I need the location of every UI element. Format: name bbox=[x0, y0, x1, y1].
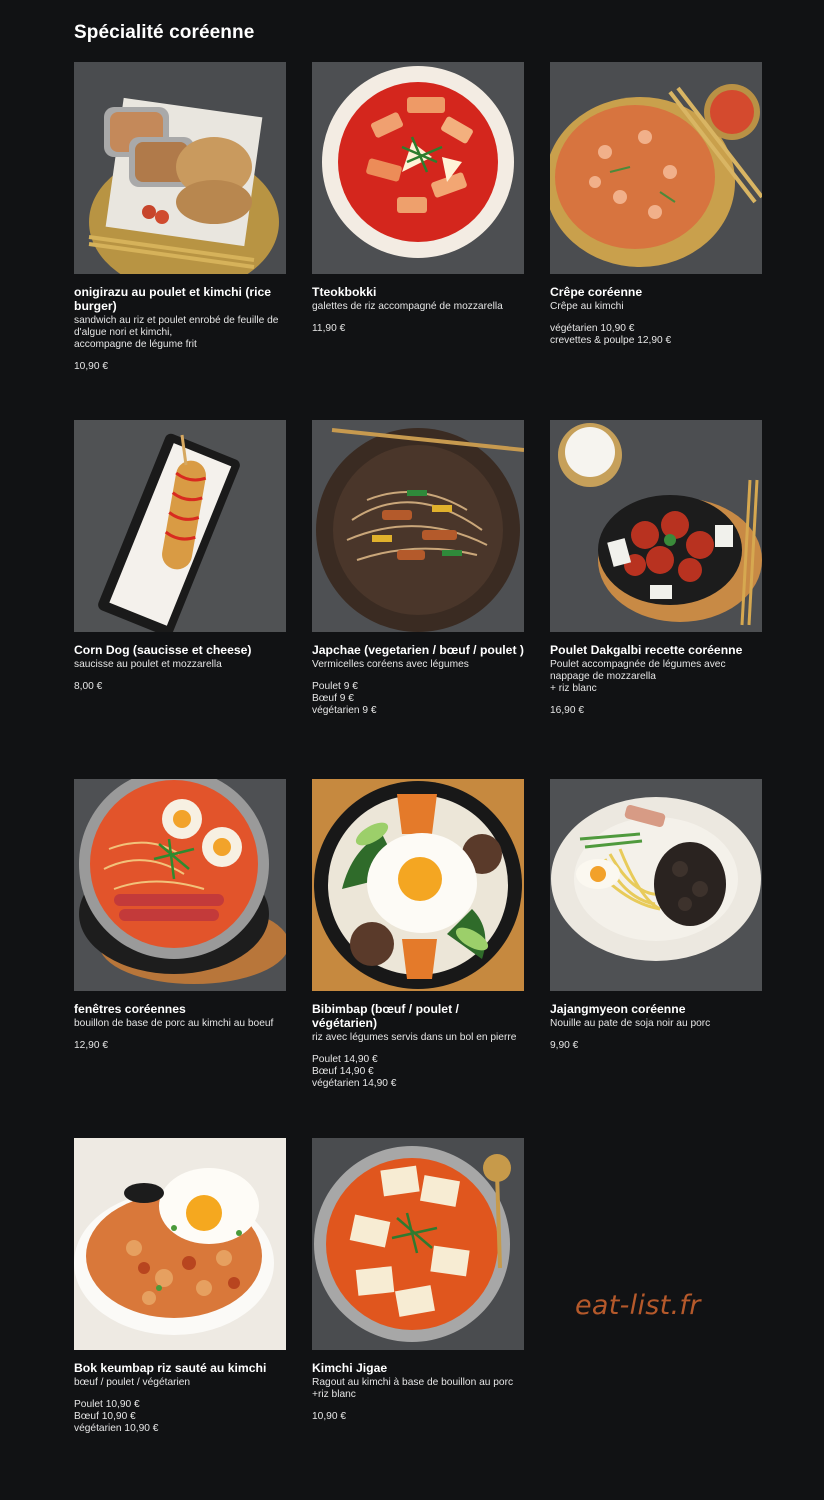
corn-dog-photo[interactable] bbox=[74, 420, 286, 632]
bibimbap-photo[interactable] bbox=[312, 779, 524, 991]
dish-prices: 12,90 € bbox=[74, 1040, 286, 1052]
ramen-photo[interactable] bbox=[74, 779, 286, 991]
kimchi-jigae-photo[interactable] bbox=[312, 1138, 524, 1350]
dish-price: 10,90 € bbox=[312, 1411, 346, 1422]
dish-price: végétarien 9 € bbox=[312, 705, 377, 716]
section-title: Spécialité coréenne bbox=[74, 22, 255, 43]
menu-item[interactable]: Tteokbokki galettes de riz accompagné de… bbox=[312, 62, 524, 420]
menu-item[interactable]: Bibimbap (bœuf / poulet / végétarien) ri… bbox=[312, 779, 524, 1138]
menu-item[interactable]: Kimchi Jigae Ragout au kimchi à base de … bbox=[312, 1138, 524, 1497]
dish-description: galettes de riz accompagné de mozzarella bbox=[312, 301, 503, 312]
dish-name: Jajangmyeon coréenne bbox=[550, 1002, 686, 1016]
menu-item[interactable]: Japchae (vegetarien / bœuf / poulet ) Ve… bbox=[312, 420, 524, 779]
dish-name: Japchae (vegetarien / bœuf / poulet ) bbox=[312, 643, 524, 657]
menu-item[interactable]: Poulet Dakgalbi recette coréenne Poulet … bbox=[550, 420, 762, 779]
dish-price: Poulet 9 € bbox=[312, 681, 358, 692]
dish-prices: 8,00 € bbox=[74, 681, 286, 693]
dish-name: Kimchi Jigae bbox=[312, 1361, 388, 1375]
onigirazu-photo[interactable] bbox=[74, 62, 286, 274]
dish-price: Bœuf 10,90 € bbox=[74, 1411, 136, 1422]
dish-price: végétarien 10,90 € bbox=[550, 323, 635, 334]
dish-price: végétarien 14,90 € bbox=[312, 1078, 397, 1089]
dish-price: 16,90 € bbox=[550, 705, 584, 716]
dish-prices: Poulet 9 € Bœuf 9 € végétarien 9 € bbox=[312, 681, 524, 717]
dish-description: Ragout au kimchi à base de bouillon au p… bbox=[312, 1377, 514, 1400]
dish-price: 8,00 € bbox=[74, 681, 103, 692]
dish-name: Poulet Dakgalbi recette coréenne bbox=[550, 643, 743, 657]
dish-name: Crêpe coréenne bbox=[550, 285, 643, 299]
dish-name: Tteokbokki bbox=[312, 285, 377, 299]
dish-price: 10,90 € bbox=[74, 361, 108, 372]
dish-prices: 10,90 € bbox=[312, 1411, 524, 1423]
dish-name: Corn Dog (saucisse et cheese) bbox=[74, 643, 252, 657]
dish-description: bœuf / poulet / végétarien bbox=[74, 1377, 191, 1388]
dish-prices: Poulet 14,90 € Bœuf 14,90 € végétarien 1… bbox=[312, 1054, 524, 1090]
dish-prices: 11,90 € bbox=[312, 323, 524, 335]
menu-item[interactable]: Jajangmyeon coréenne Nouille au pate de … bbox=[550, 779, 762, 1138]
jajangmyeon-photo[interactable] bbox=[550, 779, 762, 991]
dish-price: Bœuf 14,90 € bbox=[312, 1066, 374, 1077]
dish-name: fenêtres coréennes bbox=[74, 1002, 186, 1016]
menu-item[interactable]: Crêpe coréenne Crêpe au kimchi végétarie… bbox=[550, 62, 762, 420]
dakgalbi-photo[interactable] bbox=[550, 420, 762, 632]
dish-description: Crêpe au kimchi bbox=[550, 301, 624, 312]
dish-description: bouillon de base de porc au kimchi au bo… bbox=[74, 1018, 274, 1029]
dish-price: 9,90 € bbox=[550, 1040, 579, 1051]
crepe-photo[interactable] bbox=[550, 62, 762, 274]
dish-prices: 10,90 € bbox=[74, 361, 286, 373]
dish-prices: 9,90 € bbox=[550, 1040, 762, 1052]
dish-price: Bœuf 9 € bbox=[312, 693, 354, 704]
japchae-photo[interactable] bbox=[312, 420, 524, 632]
dish-name: Bibimbap (bœuf / poulet / végétarien) bbox=[312, 1002, 459, 1030]
menu-item[interactable]: onigirazu au poulet et kimchi (rice burg… bbox=[74, 62, 286, 420]
dish-description: Poulet accompagnée de légumes avec nappa… bbox=[550, 659, 726, 694]
dish-description: sandwich au riz et poulet enrobé de feui… bbox=[74, 315, 279, 350]
dish-prices: 16,90 € bbox=[550, 705, 762, 717]
dish-description: Vermicelles coréens avec légumes bbox=[312, 659, 469, 670]
dish-prices: Poulet 10,90 € Bœuf 10,90 € végétarien 1… bbox=[74, 1399, 286, 1435]
dish-prices: végétarien 10,90 € crevettes & poulpe 12… bbox=[550, 323, 762, 347]
menu-item[interactable]: Bok keumbap riz sauté au kimchi bœuf / p… bbox=[74, 1138, 286, 1497]
dish-price: 12,90 € bbox=[74, 1040, 108, 1051]
dish-price: Poulet 14,90 € bbox=[312, 1054, 378, 1065]
dish-price: végétarien 10,90 € bbox=[74, 1423, 159, 1434]
dish-name: onigirazu au poulet et kimchi (rice burg… bbox=[74, 285, 272, 313]
dish-price: crevettes & poulpe 12,90 € bbox=[550, 335, 672, 346]
tteokbokki-photo[interactable] bbox=[312, 62, 524, 274]
menu-grid: onigirazu au poulet et kimchi (rice burg… bbox=[74, 62, 762, 1497]
dish-name: Bok keumbap riz sauté au kimchi bbox=[74, 1361, 267, 1375]
kimchi-fried-rice-photo[interactable] bbox=[74, 1138, 286, 1350]
dish-price: Poulet 10,90 € bbox=[74, 1399, 140, 1410]
dish-description: riz avec légumes servis dans un bol en p… bbox=[312, 1032, 517, 1043]
dish-description: saucisse au poulet et mozzarella bbox=[74, 659, 222, 670]
dish-price: 11,90 € bbox=[312, 323, 346, 334]
menu-item[interactable]: Corn Dog (saucisse et cheese) saucisse a… bbox=[74, 420, 286, 779]
dish-description: Nouille au pate de soja noir au porc bbox=[550, 1018, 711, 1029]
menu-item[interactable]: fenêtres coréennes bouillon de base de p… bbox=[74, 779, 286, 1138]
watermark-text: eat-list.fr bbox=[575, 1290, 701, 1321]
